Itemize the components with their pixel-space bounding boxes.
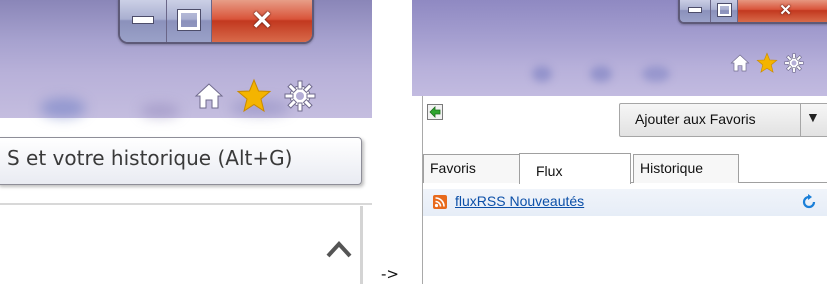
tab-label: Flux	[536, 163, 563, 179]
window-controls: ✕	[678, 0, 827, 24]
minimize-button[interactable]	[120, 0, 167, 42]
tooltip-text: S et votre historique (Alt+G)	[7, 146, 293, 170]
add-to-favorites-button[interactable]: Ajouter aux Favoris ▼	[619, 103, 827, 137]
rss-feed-icon	[433, 195, 447, 209]
close-button[interactable]: ✕	[212, 0, 312, 42]
restore-icon	[716, 3, 732, 17]
minimize-icon	[688, 7, 702, 13]
star-icon[interactable]	[756, 52, 778, 74]
tab-label: Historique	[640, 160, 704, 176]
home-icon[interactable]	[730, 53, 750, 73]
pin-favorites-center-icon[interactable]	[427, 104, 443, 120]
tab-label: Favoris	[430, 160, 476, 176]
minimize-button[interactable]	[680, 0, 711, 22]
scrollbar-edge	[360, 206, 363, 284]
blurred-background	[140, 104, 180, 118]
right-zoom-panel: ✕ Ajouter aux Favoris ▼ Favoris Flux His…	[412, 0, 827, 284]
restore-button[interactable]	[167, 0, 212, 42]
close-icon: ✕	[779, 2, 792, 19]
toolbar-icons	[730, 52, 804, 74]
close-icon: ✕	[251, 4, 273, 35]
tab-favoris[interactable]: Favoris	[423, 154, 521, 183]
divider	[0, 203, 372, 205]
dropdown-arrow-icon[interactable]: ▼	[806, 109, 820, 125]
star-icon[interactable]	[236, 78, 272, 114]
left-zoom-panel: ✕ S et votre historique (Alt+G)	[0, 0, 372, 284]
blurred-background	[642, 66, 670, 82]
chevron-up-icon[interactable]	[326, 240, 352, 263]
close-button[interactable]: ✕	[738, 0, 827, 22]
restore-icon	[177, 9, 201, 31]
tab-historique[interactable]: Historique	[633, 154, 739, 183]
blurred-background	[590, 66, 612, 82]
gear-icon[interactable]	[784, 53, 804, 73]
window-controls: ✕	[118, 0, 314, 44]
toolbar-icons	[194, 78, 316, 114]
list-item[interactable]: fluxRSS Nouveautés	[423, 189, 827, 216]
add-to-favorites-label: Ajouter aux Favoris	[635, 111, 756, 127]
feed-link[interactable]: fluxRSS Nouveautés	[455, 193, 584, 209]
restore-button[interactable]	[711, 0, 738, 22]
blurred-background	[40, 98, 86, 118]
gear-icon[interactable]	[284, 80, 316, 112]
blurred-background	[532, 66, 552, 82]
refresh-icon[interactable]	[801, 194, 817, 215]
tooltip: S et votre historique (Alt+G)	[0, 137, 362, 185]
split-separator	[800, 104, 801, 136]
transition-arrow: ->	[381, 265, 399, 283]
tab-flux[interactable]: Flux	[519, 153, 631, 184]
home-icon[interactable]	[194, 81, 224, 111]
favorites-center: Ajouter aux Favoris ▼ Favoris Flux Histo…	[422, 96, 827, 284]
minimize-icon	[132, 16, 154, 24]
